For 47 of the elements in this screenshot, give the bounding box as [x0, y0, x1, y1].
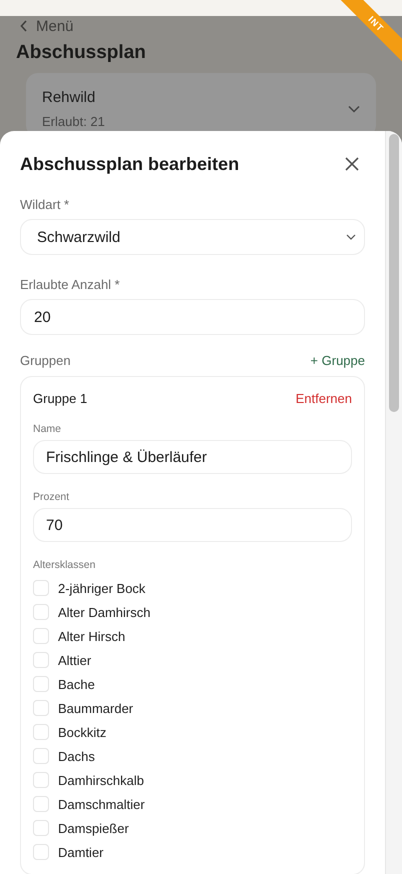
add-group-button[interactable]: + Gruppe [310, 353, 365, 368]
checkbox[interactable] [33, 652, 49, 668]
checkbox[interactable] [33, 580, 49, 596]
scrollbar[interactable] [385, 131, 402, 874]
chevron-down-icon [346, 234, 356, 240]
name-input[interactable]: Frischlinge & Überläufer [33, 440, 352, 474]
species-select[interactable]: Schwarzwild [20, 219, 365, 255]
checkbox[interactable] [33, 796, 49, 812]
allowed-count-input[interactable]: 20 [20, 299, 365, 335]
checkbox[interactable] [33, 628, 49, 644]
scrollbar-thumb[interactable] [389, 134, 399, 412]
chevron-down-icon [348, 105, 360, 113]
percent-input[interactable]: 70 [33, 508, 352, 542]
checkbox-label[interactable]: Baummarder [58, 700, 134, 716]
checkbox-label[interactable]: Damhirschkalb [58, 772, 144, 788]
checkbox[interactable] [33, 748, 49, 764]
checkbox[interactable] [33, 724, 49, 740]
page-title: Abschussplan [16, 42, 147, 64]
checkbox[interactable] [33, 700, 49, 716]
checkbox-label[interactable]: 2-jähriger Bock [58, 580, 146, 596]
checkbox-label[interactable]: Damtier [58, 844, 104, 860]
checkbox[interactable] [33, 676, 49, 692]
remove-button[interactable]: Entfernen [296, 391, 352, 406]
section-label: Altersklassen [33, 559, 96, 571]
checkbox-label[interactable]: Damspießer [58, 820, 129, 836]
section-label: Gruppen [20, 353, 71, 368]
checkbox[interactable] [33, 844, 49, 860]
checkbox[interactable] [33, 772, 49, 788]
group-title: Gruppe 1 [33, 391, 88, 406]
species-name: Rehwild [42, 89, 96, 106]
allowed-count: Erlaubt: 21 [42, 114, 105, 129]
checkbox-label[interactable]: Bache [58, 676, 95, 692]
sheet-title: Abschussplan bearbeiten [20, 154, 240, 174]
field-label: Wildart * [20, 197, 70, 212]
checkbox-label[interactable]: Alttier [58, 652, 92, 668]
checkbox[interactable] [33, 820, 49, 836]
close-icon [345, 157, 359, 171]
checkbox-label[interactable]: Damschmaltier [58, 796, 145, 812]
checkbox[interactable] [33, 604, 49, 620]
checkbox-label[interactable]: Alter Damhirsch [58, 604, 150, 620]
checkbox-label[interactable]: Bockkitz [58, 724, 106, 740]
field-label: Prozent [33, 491, 70, 503]
field-label: Erlaubte Anzahl * [20, 277, 120, 292]
chevron-left-icon [20, 20, 28, 32]
field-label: Name [33, 423, 62, 435]
checkbox-label[interactable]: Dachs [58, 748, 95, 764]
checkbox-label[interactable]: Alter Hirsch [58, 628, 126, 644]
